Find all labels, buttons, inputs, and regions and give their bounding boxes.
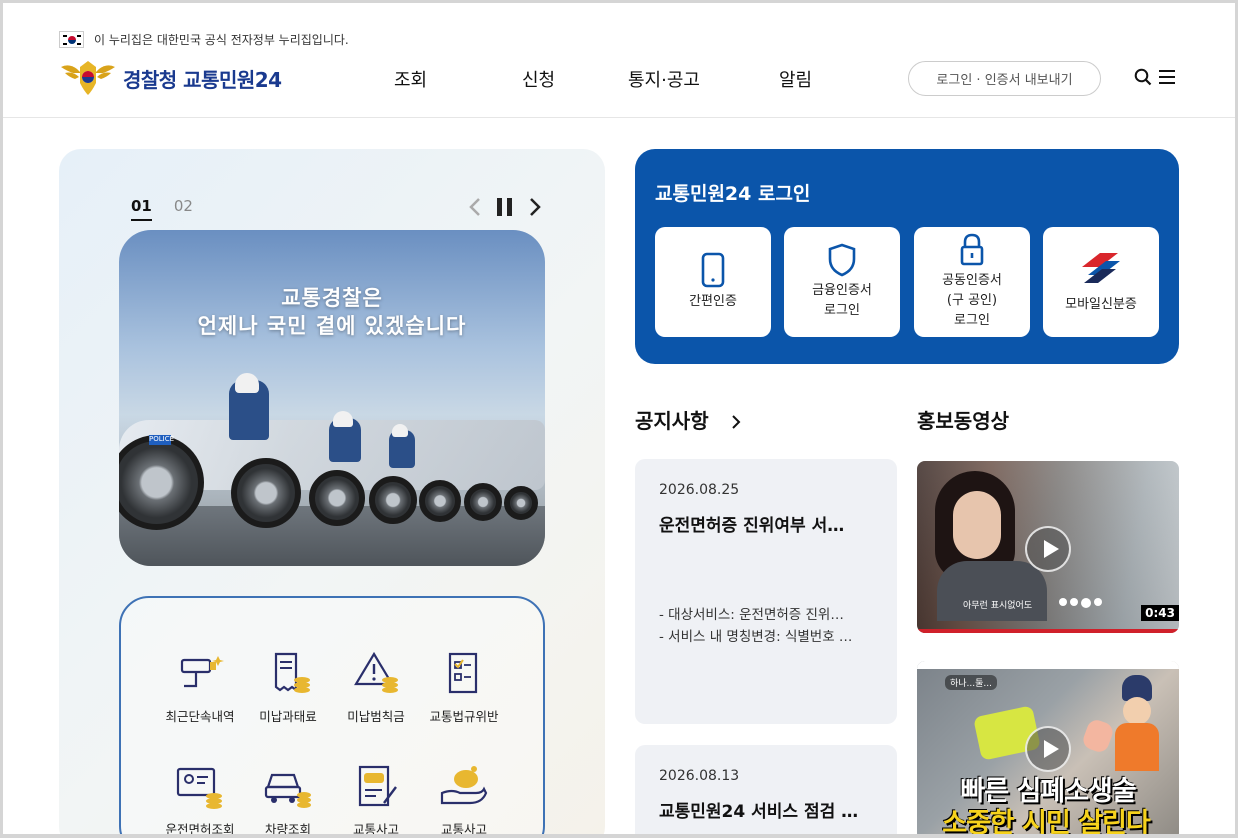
video-caption: 아무런 표시없어도: [963, 601, 1033, 611]
videos-title: 홍보동영상: [917, 409, 1009, 433]
mobile-id-label: 모바일신분증: [1065, 296, 1137, 312]
quick-item-license-inquiry[interactable]: 운전면허조회: [155, 763, 245, 838]
slide-indicator: 01 02: [131, 197, 193, 221]
simple-auth-button[interactable]: 간편인증: [655, 227, 771, 337]
cartoon-police-vest: [1115, 723, 1159, 771]
bubble-dots: [1059, 598, 1102, 608]
piggybank-hand-icon: [436, 763, 492, 811]
notices-title-text: 공지사항: [635, 409, 709, 433]
next-slide-icon[interactable]: [528, 196, 542, 222]
video-thumb-1[interactable]: 아무런 표시없어도 0:43: [917, 461, 1179, 633]
joint-cert-label-3: 로그인: [954, 313, 990, 329]
quick-item-recent-enforcement[interactable]: 최근단속내역: [155, 650, 245, 725]
notice-title: 운전면허증 진위여부 서…: [659, 516, 845, 536]
login-card: 교통민원24 로그인 간편인증 금융인증서 로그인 공동인증서 (구 공인) 로…: [635, 149, 1179, 364]
quick-item-traffic-accident-1[interactable]: 교통사고: [331, 763, 421, 838]
play-icon[interactable]: [1025, 726, 1071, 772]
simple-auth-label: 간편인증: [689, 293, 737, 309]
phone-icon: [701, 252, 725, 288]
video-progress: [917, 629, 1179, 633]
quick-item-vehicle-inquiry[interactable]: 차량조회: [243, 763, 333, 838]
mobile-id-button[interactable]: 모바일신분증: [1043, 227, 1159, 337]
joint-cert-label-1: 공동인증서: [942, 272, 1002, 288]
cartoon-hands: [1080, 717, 1116, 755]
quick-item-traffic-accident-2[interactable]: 교통사고: [419, 763, 509, 838]
quick-item-label: 최근단속내역: [165, 709, 235, 724]
document-pen-icon: [348, 763, 404, 811]
nav-item-alerts[interactable]: 알림: [779, 66, 812, 92]
menu-icon[interactable]: [1159, 68, 1175, 90]
hero-banner[interactable]: 교통경찰은 언제나 국민 곁에 있겠습니다 POLICE: [119, 230, 545, 566]
nav-item-notices[interactable]: 통지·공고: [628, 66, 700, 92]
notice-summary-line-2: - 서비스 내 명칭변경: 식별번호 …: [659, 629, 853, 645]
gov-notice: 이 누리집은 대한민국 공식 전자정부 누리집입니다.: [59, 29, 349, 49]
financial-cert-button[interactable]: 금융인증서 로그인: [784, 227, 900, 337]
video-thumb-2[interactable]: 하나...둘... 빠른 심폐소생술 소중한 시민 살린다: [917, 661, 1179, 838]
notice-card-1[interactable]: 2026.08.25 운전면허증 진위여부 서… - 대상서비스: 운전면허증 …: [635, 459, 897, 724]
quick-item-label: 미납과태료: [259, 709, 317, 724]
video-bottom-caption: 소중한 시민 살린다: [942, 808, 1151, 838]
police-emblem-icon: [59, 59, 117, 97]
receipt-coins-icon: [260, 650, 316, 698]
person-face: [953, 491, 1001, 559]
quick-item-label: 차량조회: [264, 822, 311, 837]
warning-coins-icon: [348, 650, 404, 698]
quick-item-traffic-violation[interactable]: 교통법규위반: [419, 650, 509, 725]
quick-item-label: 운전면허조회: [165, 822, 235, 837]
play-icon[interactable]: [1025, 526, 1071, 572]
joint-cert-button[interactable]: 공동인증서 (구 공인) 로그인: [914, 227, 1030, 337]
quick-item-unpaid-penalties[interactable]: 미납범칙금: [331, 650, 421, 725]
quick-item-label: 교통법규위반: [429, 709, 499, 724]
slide-number-1[interactable]: 01: [131, 197, 152, 221]
video-top-caption: 하나...둘...: [945, 675, 998, 690]
notice-date: 2026.08.13: [659, 768, 740, 784]
notice-card-2[interactable]: 2026.08.13 교통민원24 서비스 점검 …: [635, 745, 897, 838]
quick-item-label: 교통사고: [440, 822, 487, 837]
site-header: 경찰청 교통민원24 조회 신청 통지·공고 알림 로그인 · 인증서 내보내기: [0, 56, 1238, 118]
login-title: 교통민원24 로그인: [655, 183, 811, 205]
financial-cert-label-2: 로그인: [824, 303, 860, 318]
mobile-id-icon: [1082, 252, 1120, 283]
person-jacket: [937, 561, 1047, 621]
notice-title: 교통민원24 서비스 점검 …: [659, 802, 859, 822]
financial-cert-label-1: 금융인증서: [812, 282, 872, 298]
korea-flag-icon: [59, 30, 84, 48]
pause-icon[interactable]: [495, 196, 515, 222]
cartoon-police-face: [1123, 697, 1151, 725]
camera-icon: [172, 650, 228, 698]
checklist-icon: [436, 650, 492, 698]
license-coins-icon: [172, 763, 228, 811]
gov-notice-text: 이 누리집은 대한민국 공식 전자정부 누리집입니다.: [94, 32, 349, 47]
notice-summary-line-1: - 대상서비스: 운전면허증 진위…: [659, 607, 844, 623]
car-coins-icon: [260, 763, 316, 811]
logo-text: 경찰청 교통민원24: [123, 67, 282, 92]
chevron-right-icon[interactable]: [730, 411, 742, 435]
quick-item-label: 미납범칙금: [347, 709, 405, 724]
shield-icon: [828, 243, 856, 277]
nav-item-apply[interactable]: 신청: [522, 66, 555, 92]
banner-line-1: 교통경찰은: [281, 286, 383, 310]
login-export-button[interactable]: 로그인 · 인증서 내보내기: [908, 61, 1101, 96]
slide-number-2[interactable]: 02: [174, 197, 193, 221]
notices-title[interactable]: 공지사항: [635, 405, 742, 435]
quick-item-unpaid-fines[interactable]: 미납과태료: [243, 650, 333, 725]
quick-item-label: 교통사고: [352, 822, 399, 837]
joint-cert-label-2: (구 공인): [946, 292, 998, 308]
banner-line-2: 언제나 국민 곁에 있겠습니다: [197, 314, 467, 338]
site-logo[interactable]: 경찰청 교통민원24: [59, 59, 282, 97]
lock-icon: [960, 233, 984, 266]
search-icon[interactable]: [1134, 68, 1152, 90]
nav-item-inquiry[interactable]: 조회: [394, 66, 427, 92]
prev-slide-icon[interactable]: [468, 196, 482, 222]
video-duration: 0:43: [1141, 605, 1179, 621]
notice-date: 2026.08.25: [659, 482, 740, 498]
